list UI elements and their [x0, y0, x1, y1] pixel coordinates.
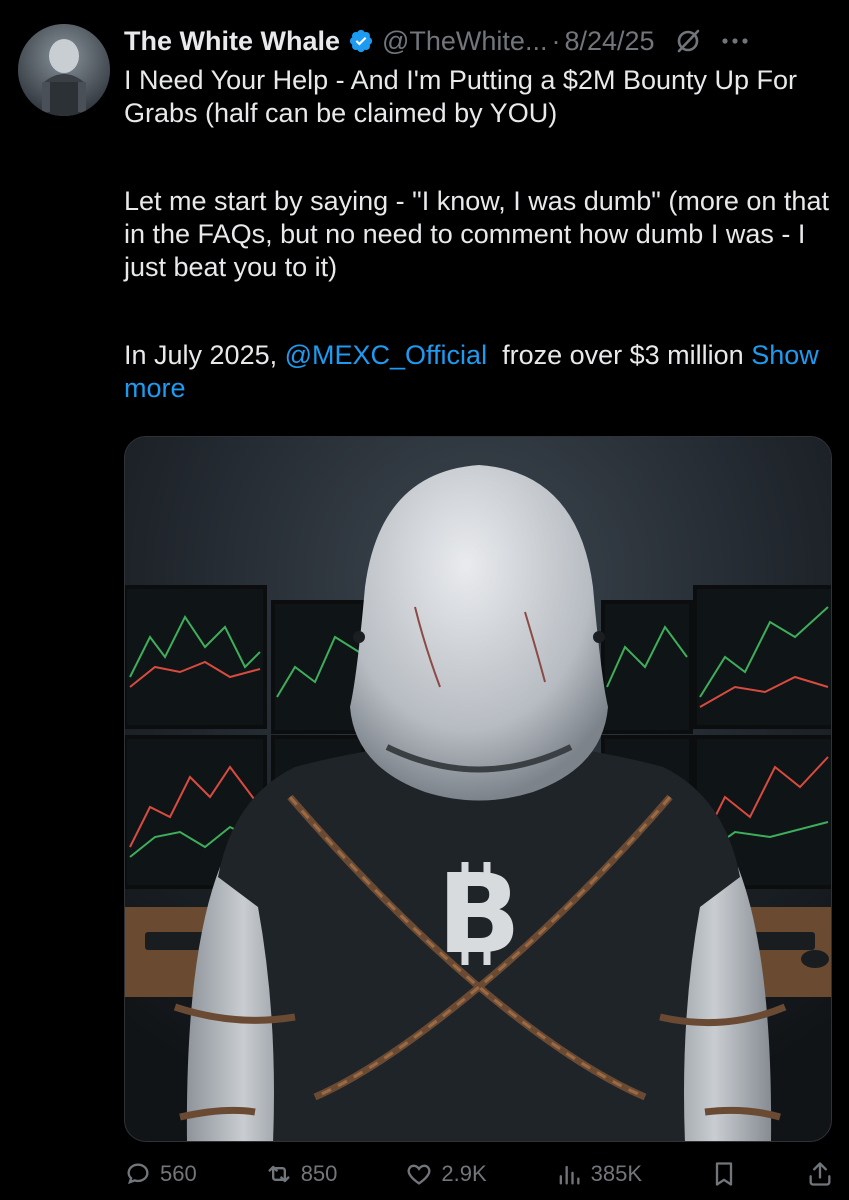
tweet-paragraph-2: Let me start by saying - "I know, I was …	[124, 186, 829, 282]
verified-badge-icon	[348, 28, 374, 54]
post-date[interactable]: 8/24/25	[564, 26, 654, 57]
tweet-text: I Need Your Help - And I'm Putting a $2M…	[124, 64, 836, 405]
tweet-actions: 560 850 2.9K 385K	[124, 1152, 834, 1196]
whale-avatar-icon	[18, 24, 110, 116]
grok-icon[interactable]	[673, 26, 703, 56]
reply-icon	[127, 1163, 149, 1185]
views-chart-icon	[559, 1165, 580, 1185]
like-count: 2.9K	[441, 1161, 487, 1186]
separator: ·	[551, 25, 561, 56]
display-name[interactable]: The White Whale	[124, 26, 340, 57]
tweet-paragraph-1: I Need Your Help - And I'm Putting a $2M…	[124, 65, 798, 128]
share-icon	[809, 1162, 831, 1186]
share-button[interactable]	[806, 1160, 834, 1188]
mention-link[interactable]: @MEXC_Official	[285, 340, 487, 370]
whale-in-chains-bitcoin-image-icon: B	[125, 437, 831, 1141]
tweet: The White Whale @TheWhite... · 8/24/25 I…	[0, 0, 849, 1200]
repost-button[interactable]: 850	[265, 1160, 338, 1188]
repost-icon	[268, 1165, 290, 1183]
heart-icon	[407, 1164, 431, 1185]
views-count: 385K	[590, 1161, 642, 1186]
reply-button[interactable]: 560	[124, 1160, 197, 1188]
tweet-header: The White Whale @TheWhite... · 8/24/25	[124, 22, 829, 60]
avatar[interactable]	[18, 24, 110, 116]
bookmark-icon	[715, 1162, 733, 1186]
tweet-paragraph-3-suffix: froze over $3 million	[487, 340, 752, 370]
like-button[interactable]: 2.9K	[405, 1160, 487, 1188]
tweet-paragraph-3: In July 2025, @MEXC_Official froze over …	[124, 339, 836, 405]
reply-count: 560	[160, 1161, 197, 1186]
tweet-paragraph-3-prefix: In July 2025,	[124, 340, 285, 370]
tweet-image[interactable]: B	[124, 436, 832, 1142]
bookmark-button[interactable]	[710, 1160, 738, 1188]
views-button[interactable]: 385K	[555, 1160, 642, 1188]
more-options-icon[interactable]	[721, 27, 749, 55]
handle[interactable]: @TheWhite...	[382, 26, 547, 57]
repost-count: 850	[300, 1161, 338, 1186]
